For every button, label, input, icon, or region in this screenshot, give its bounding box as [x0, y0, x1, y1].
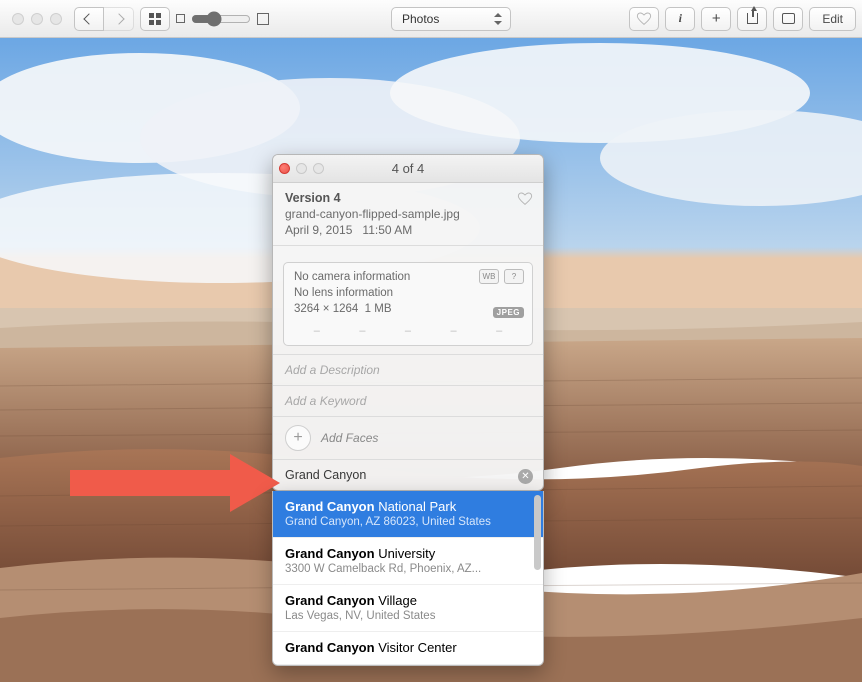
- help-icon[interactable]: ?: [504, 269, 524, 284]
- info-icon: i: [679, 11, 682, 26]
- location-input[interactable]: Grand Canyon: [285, 468, 366, 482]
- add-face-button[interactable]: +: [285, 425, 311, 451]
- info-version: Version 4: [285, 191, 531, 205]
- info-panel-title: 4 of 4: [392, 161, 425, 176]
- description-input[interactable]: Add a Description: [285, 363, 380, 377]
- titlebar: Photos i + Edit: [0, 0, 862, 38]
- favorite-button[interactable]: [629, 7, 659, 31]
- exif-placeholder-row: –––––: [294, 319, 522, 345]
- heart-icon: [517, 191, 533, 207]
- window-controls: [6, 13, 68, 25]
- share-button[interactable]: [737, 7, 767, 31]
- jpeg-badge: JPEG: [493, 307, 524, 318]
- clear-location-button[interactable]: ✕: [518, 469, 533, 484]
- info-zoom-button[interactable]: [313, 163, 324, 174]
- dropdown-scrollbar[interactable]: [534, 495, 541, 661]
- faces-section[interactable]: + Add Faces: [273, 417, 543, 460]
- sidebar-icon: [149, 13, 161, 25]
- info-summary: Version 4 grand-canyon-flipped-sample.jp…: [273, 183, 543, 246]
- dimensions-size: 3264 × 1264 1 MB: [294, 303, 522, 315]
- photos-app-window: Photos i + Edit: [0, 0, 862, 682]
- toolbar-right: i + Edit: [629, 7, 856, 31]
- edit-button[interactable]: Edit: [809, 7, 856, 31]
- zoom-control: [176, 11, 269, 27]
- plus-icon: +: [712, 10, 721, 27]
- view-mode-select[interactable]: Photos: [391, 7, 511, 31]
- location-suggestion-item[interactable]: Grand Canyon National ParkGrand Canyon, …: [273, 491, 543, 538]
- info-filename: grand-canyon-flipped-sample.jpg: [285, 207, 531, 221]
- plus-icon: +: [293, 429, 302, 447]
- location-suggestions-dropdown: Grand Canyon National ParkGrand Canyon, …: [272, 491, 544, 666]
- location-suggestion-item[interactable]: Grand Canyon University3300 W Camelback …: [273, 538, 543, 585]
- info-button[interactable]: i: [665, 7, 695, 31]
- close-icon: ✕: [521, 472, 529, 482]
- meta-action-icons: WB ?: [479, 269, 524, 284]
- share-icon: [747, 13, 758, 24]
- zoom-slider[interactable]: [191, 11, 251, 27]
- rotate-button[interactable]: [773, 7, 803, 31]
- chevron-right-icon: [113, 13, 124, 24]
- info-metadata: WB ? No camera information No lens infor…: [273, 246, 543, 355]
- heart-icon: [636, 11, 652, 27]
- location-suggestion-item[interactable]: Grand Canyon VillageLas Vegas, NV, Unite…: [273, 585, 543, 632]
- keyword-input[interactable]: Add a Keyword: [285, 394, 366, 408]
- content-area: 4 of 4 Version 4 grand-canyon-flipped-sa…: [0, 38, 862, 682]
- rotate-icon: [782, 13, 795, 24]
- info-window-controls: [279, 163, 324, 174]
- back-button[interactable]: [74, 7, 104, 31]
- description-section[interactable]: Add a Description: [273, 355, 543, 386]
- info-close-button[interactable]: [279, 163, 290, 174]
- info-panel: 4 of 4 Version 4 grand-canyon-flipped-sa…: [272, 154, 544, 491]
- zoom-out-icon: [176, 14, 185, 23]
- location-section[interactable]: Grand Canyon ✕: [273, 460, 543, 490]
- view-mode-label: Photos: [402, 12, 439, 26]
- location-suggestion-item[interactable]: Grand Canyon Visitor Center: [273, 632, 543, 665]
- info-minimize-button[interactable]: [296, 163, 307, 174]
- fullscreen-window-button[interactable]: [50, 13, 62, 25]
- zoom-in-icon: [257, 13, 269, 25]
- info-favorite-button[interactable]: [517, 191, 533, 210]
- keyword-section[interactable]: Add a Keyword: [273, 386, 543, 417]
- close-window-button[interactable]: [12, 13, 24, 25]
- info-datetime: April 9, 2015 11:50 AM: [285, 223, 531, 237]
- add-button[interactable]: +: [701, 7, 731, 31]
- lens-info: No lens information: [294, 287, 522, 299]
- info-panel-header: 4 of 4: [273, 155, 543, 183]
- sidebar-toggle-button[interactable]: [140, 7, 170, 31]
- minimize-window-button[interactable]: [31, 13, 43, 25]
- forward-button[interactable]: [104, 7, 134, 31]
- nav-group: [74, 7, 134, 31]
- white-balance-icon[interactable]: WB: [479, 269, 499, 284]
- faces-label: Add Faces: [321, 431, 378, 445]
- chevron-left-icon: [83, 13, 94, 24]
